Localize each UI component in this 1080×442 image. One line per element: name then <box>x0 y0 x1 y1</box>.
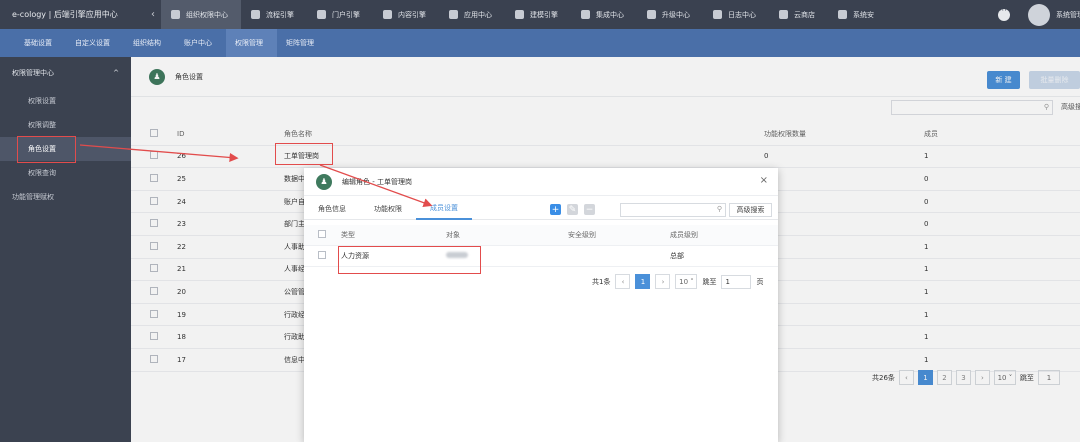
next-page-button[interactable]: › <box>655 274 671 289</box>
subtab-account-center[interactable]: 账户中心 <box>175 29 226 57</box>
nav-tab-label: 组织权限中心 <box>186 10 228 19</box>
add-member-icon[interactable]: + <box>550 204 561 215</box>
subtab-custom-settings[interactable]: 自定义设置 <box>66 29 124 57</box>
close-icon[interactable]: × <box>760 175 768 186</box>
nav-tab-label: 升级中心 <box>662 10 690 19</box>
nav-tab-org-permission[interactable]: 组织权限中心 <box>161 0 241 29</box>
nav-tab-content[interactable]: 内容引擎 <box>373 0 439 29</box>
modal-header: ♟ 编辑角色 - 工单管理岗 <box>304 168 778 196</box>
row-checkbox[interactable] <box>318 251 326 259</box>
nav-tab-label: 内容引擎 <box>398 10 426 19</box>
remove-icon[interactable]: − <box>584 204 595 215</box>
nav-tab-security[interactable]: 系统安 <box>828 0 887 29</box>
column-header[interactable]: 类型 <box>341 230 446 240</box>
column-header[interactable]: 成员级别 <box>670 230 770 240</box>
shield-icon <box>171 10 180 19</box>
column-header[interactable]: 对象 <box>446 230 568 240</box>
nav-tab-portal[interactable]: 门户引擎 <box>307 0 373 29</box>
edit-role-modal: ♟ 编辑角色 - 工单管理岗 × 角色信息 功能权限 成员设置 + ✎ − ⚲ … <box>304 168 778 442</box>
upgrade-icon <box>647 10 656 19</box>
search-icon[interactable]: ⚲ <box>717 205 722 213</box>
tab-function-permissions[interactable]: 功能权限 <box>360 198 416 220</box>
subtab-matrix-management[interactable]: 矩阵管理 <box>277 29 328 57</box>
nav-tab-apps[interactable]: 应用中心 <box>439 0 505 29</box>
page-unit-label: 页 <box>756 277 764 286</box>
nav-tab-label: 应用中心 <box>464 10 492 19</box>
nav-tab-label: 云商店 <box>794 10 815 19</box>
more-icon[interactable] <box>998 6 1010 21</box>
sidebar-group-title: 权限管理中心 <box>12 69 54 77</box>
log-icon <box>713 10 722 19</box>
subtab-basic-settings[interactable]: 基础设置 <box>15 29 66 57</box>
subtab-org-structure[interactable]: 组织结构 <box>124 29 175 57</box>
highlight-box-role-name <box>275 143 333 165</box>
cell-member-level: 总部 <box>670 252 684 260</box>
sidebar: 权限管理中心 ^ 权限设置 权限调整 角色设置 权限查询 功能管理赋权 <box>0 57 131 442</box>
sidebar-item-permission-query[interactable]: 权限查询 <box>0 161 131 185</box>
nav-tab-label: 流程引擎 <box>266 10 294 19</box>
sidebar-item-permission-settings[interactable]: 权限设置 <box>0 89 131 113</box>
sidebar-item-function-grant[interactable]: 功能管理赋权 <box>0 185 131 209</box>
avatar[interactable] <box>1028 3 1050 26</box>
collapse-nav-icon[interactable]: ‹ <box>145 9 161 20</box>
nav-tab-label: 日志中心 <box>728 10 756 19</box>
modal-title: 编辑角色 - 工单管理岗 <box>342 177 412 186</box>
modal-toolbar: + ✎ − <box>550 204 595 215</box>
nav-tab-store[interactable]: 云商店 <box>769 0 828 29</box>
sidebar-item-permission-adjust[interactable]: 权限调整 <box>0 113 131 137</box>
jump-page-value: 1 <box>725 277 730 286</box>
prev-page-button[interactable]: ‹ <box>615 274 631 289</box>
flow-icon <box>251 10 260 19</box>
sidebar-group-header[interactable]: 权限管理中心 ^ <box>0 57 131 89</box>
brand-title: e-cology | 后端引擎应用中心 <box>12 10 118 19</box>
modal-search-input[interactable]: ⚲ <box>620 203 726 217</box>
portal-icon <box>317 10 326 19</box>
security-icon <box>838 10 847 19</box>
table-header: 类型 对象 安全级别 成员级别 <box>304 225 778 246</box>
modal-pager: 共1条 ‹ 1 › 10 ˅ 跳至 1 页 <box>592 274 763 289</box>
model-icon <box>515 10 524 19</box>
store-icon <box>779 10 788 19</box>
highlight-box-member-row <box>338 246 481 274</box>
jump-page-input[interactable]: 1 <box>721 274 752 289</box>
content-icon <box>383 10 392 19</box>
modal-advanced-search-button[interactable]: 高级搜索 <box>729 203 772 217</box>
nav-tab-upgrade[interactable]: 升级中心 <box>637 0 703 29</box>
page-size-select[interactable]: 10 ˅ <box>675 274 698 289</box>
nav-tab-label: 门户引擎 <box>332 10 360 19</box>
tab-role-info[interactable]: 角色信息 <box>304 198 360 220</box>
page-size-value: 10 <box>679 277 689 286</box>
nav-tab-log[interactable]: 日志中心 <box>703 0 769 29</box>
chevron-up-icon: ^ <box>113 69 119 77</box>
nav-tab-label: 集成中心 <box>596 10 624 19</box>
nav-tab-integration[interactable]: 集成中心 <box>571 0 637 29</box>
total-count: 共1条 <box>592 277 611 286</box>
nav-tab-label: 建模引擎 <box>530 10 558 19</box>
select-all-checkbox[interactable] <box>318 230 326 238</box>
column-header[interactable]: 安全级别 <box>568 230 670 240</box>
integration-icon <box>581 10 590 19</box>
highlight-box-sidebar <box>17 136 76 163</box>
jump-label: 跳至 <box>702 277 717 286</box>
sub-nav-bar: 基础设置 自定义设置 组织结构 账户中心 权限管理 矩阵管理 <box>0 29 1080 57</box>
user-area: 系统管理 <box>998 0 1080 29</box>
page-button[interactable]: 1 <box>635 274 651 289</box>
subtab-permission-management[interactable]: 权限管理 <box>226 29 277 57</box>
user-name[interactable]: 系统管理 <box>1056 10 1080 20</box>
role-icon: ♟ <box>316 173 332 190</box>
edit-icon[interactable]: ✎ <box>567 204 578 215</box>
nav-tab-workflow[interactable]: 流程引擎 <box>241 0 307 29</box>
top-nav-bar: e-cology | 后端引擎应用中心 ‹ 组织权限中心 流程引擎 门户引擎 内… <box>0 0 1080 29</box>
tab-member-settings[interactable]: 成员设置 <box>416 198 472 220</box>
apps-icon <box>449 10 458 19</box>
nav-tab-label: 系统安 <box>853 10 874 19</box>
nav-tab-model[interactable]: 建模引擎 <box>505 0 571 29</box>
